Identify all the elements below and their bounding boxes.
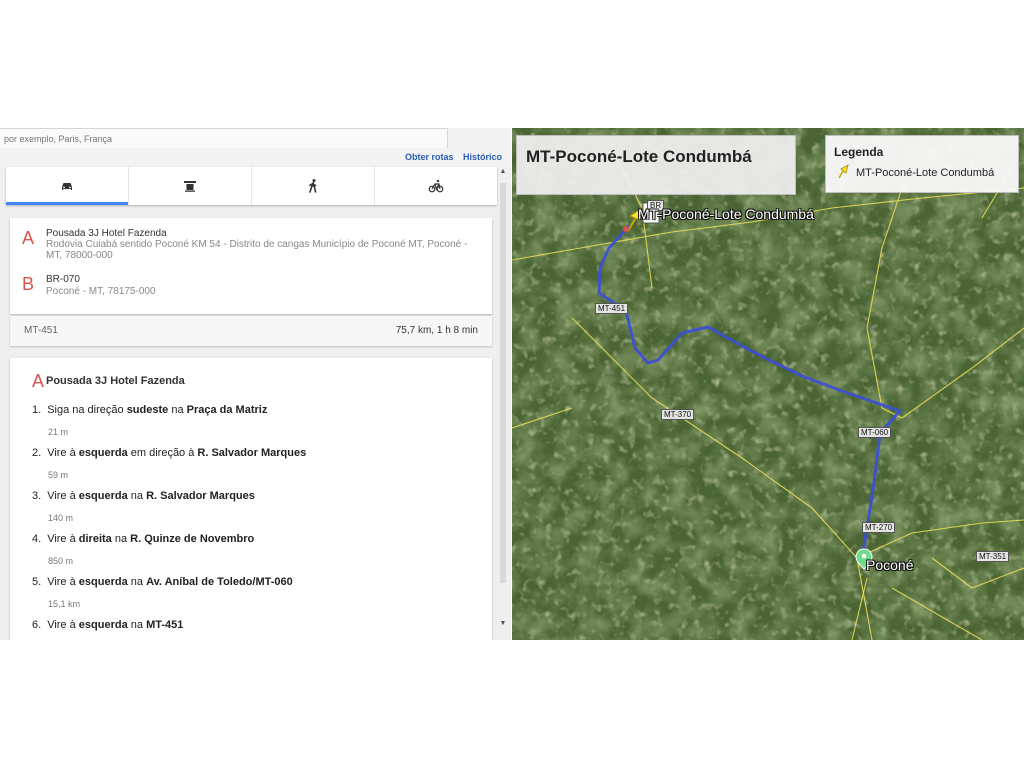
step-distance: 850 m (48, 556, 74, 566)
step-number: 1. (32, 404, 42, 416)
bike-icon (428, 179, 444, 193)
tab-transit[interactable] (128, 167, 251, 205)
step-text: na (168, 404, 187, 416)
step-number: 3. (32, 490, 42, 502)
road-label-mt060: MT-060 (858, 427, 892, 438)
step-instruction: 4. Vire à direita na R. Quinze de Novembr… (32, 533, 482, 545)
step-text: Vire à (47, 490, 79, 502)
directions-steps-card: A Pousada 3J Hotel Fazenda 1. Siga na dir… (10, 358, 492, 640)
road-label-mt351: MT-351 (976, 551, 1010, 562)
car-icon (62, 183, 72, 190)
route-distance-time: 75,7 km, 1 h 8 min (395, 325, 478, 336)
step-text: Vire à (47, 533, 79, 545)
step-emphasis: sudeste (126, 404, 169, 416)
satellite-map[interactable] (512, 128, 1024, 640)
direction-step[interactable]: 3. Vire à esquerda na R. Salvador Marques… (32, 490, 482, 523)
step-text: Vire à (47, 447, 79, 459)
place-label-town[interactable]: Poconé (866, 557, 913, 573)
step-text: em direção à (127, 447, 198, 459)
direction-step[interactable]: 4. Vire à direita na R. Quinze de Novembr… (32, 533, 482, 566)
step-distance: 59 m (48, 470, 69, 480)
legend-item-label: MT-Poconé-Lote Condumbá (856, 167, 995, 179)
step-emphasis: R. Salvador Marques (146, 490, 255, 502)
step-emphasis: R. Salvador Marques (197, 447, 307, 459)
step-text: na (127, 490, 147, 502)
steps-origin-letter: A (32, 371, 45, 391)
tab-cycling[interactable] (374, 167, 497, 205)
step-emphasis: Praça da Matriz (186, 404, 268, 416)
step-text: na (127, 576, 147, 588)
step-instruction: 3. Vire à esquerda na R. Salvador Marques (32, 490, 482, 502)
direction-step[interactable]: 2. Vire à esquerda em direção à R. Salvad… (32, 447, 482, 480)
step-distance: 15,1 km (48, 599, 81, 609)
transit-icon (184, 181, 196, 192)
travel-mode-tabs (6, 167, 497, 205)
step-distance: 21 m (48, 427, 69, 437)
step-emphasis: MT-451 (146, 619, 184, 631)
step-emphasis: direita (78, 533, 112, 545)
scroll-down-arrow-icon[interactable]: ▼ (498, 619, 508, 629)
direction-step[interactable]: 5. Vire à esquerda na Av. Aníbal de Toled… (32, 576, 482, 609)
direction-step[interactable]: 6. Vire à esquerda na MT-451 (32, 619, 482, 631)
tab-driving[interactable] (6, 167, 128, 205)
step-number: 5. (32, 576, 42, 588)
road-label-mt370: MT-370 (661, 409, 695, 420)
step-text: na (111, 533, 131, 545)
route-via-road: MT-451 (24, 325, 58, 336)
map-title-box: MT-Poconé-Lote Condumbá (516, 135, 796, 195)
origin-marker-letter: A (22, 228, 35, 248)
legend-pushpin-icon (838, 164, 849, 179)
route-waypoints-card: A Pousada 3J Hotel Fazenda Rodovia Cuiab… (10, 218, 492, 314)
destination-address: Poconé - MT, 78175-000 (46, 286, 156, 297)
search-input[interactable] (0, 128, 448, 148)
history-link[interactable]: Histórico (463, 152, 502, 162)
direction-step[interactable]: 1. Siga na direção sudeste na Praça da Ma… (32, 404, 482, 437)
legend-title: Legenda (834, 145, 884, 159)
steps-origin-name: Pousada 3J Hotel Fazenda (46, 375, 185, 387)
origin-name[interactable]: Pousada 3J Hotel Fazenda (46, 228, 167, 239)
step-emphasis: esquerda (78, 490, 128, 502)
map-view[interactable]: BR MT-451 MT-370 MT-060 MT-270 MT-351 MT… (512, 128, 1024, 640)
directions-panel: Obter rotas Histórico (0, 128, 511, 640)
step-number: 4. (32, 533, 42, 545)
route-summary[interactable]: MT-451 75,7 km, 1 h 8 min (10, 316, 492, 346)
scrollbar-thumb[interactable] (500, 183, 506, 583)
tab-walking[interactable] (251, 167, 374, 205)
map-legend: Legenda MT-Poconé-Lote Condumbá (825, 135, 1019, 193)
walk-icon (309, 179, 317, 193)
step-instruction: 1. Siga na direção sudeste na Praça da Ma… (32, 404, 482, 416)
step-instruction: 2. Vire à esquerda em direção à R. Salvad… (32, 447, 482, 459)
step-number: 2. (32, 447, 42, 459)
step-instruction: 6. Vire à esquerda na MT-451 (32, 619, 482, 631)
road-label-mt451: MT-451 (595, 303, 629, 314)
destination-marker-letter: B (22, 274, 35, 294)
place-label-destination[interactable]: MT-Poconé-Lote Condumbá (638, 206, 814, 222)
scroll-up-arrow-icon[interactable]: ▲ (498, 167, 508, 177)
step-text: na (127, 619, 147, 631)
step-emphasis: esquerda (78, 576, 128, 588)
get-directions-link[interactable]: Obter rotas (405, 152, 454, 162)
step-emphasis: esquerda (78, 447, 128, 459)
step-distance: 140 m (48, 513, 74, 523)
map-title: MT-Poconé-Lote Condumbá (526, 147, 752, 166)
step-instruction: 5. Vire à esquerda na Av. Aníbal de Toled… (32, 576, 482, 588)
step-emphasis: Av. Aníbal de Toledo/MT-060 (146, 576, 293, 588)
step-number: 6. (32, 619, 42, 631)
road-label-mt270: MT-270 (862, 522, 896, 533)
destination-name[interactable]: BR-070 (46, 274, 80, 285)
origin-address: Rodovia Cuiabá sentido Poconé KM 54 - Di… (46, 239, 468, 261)
search-bar: Obter rotas Histórico (0, 128, 511, 168)
step-emphasis: esquerda (78, 619, 128, 631)
step-text: Vire à (47, 619, 79, 631)
step-text: Siga na direção (47, 404, 127, 416)
step-text: Vire à (47, 576, 79, 588)
step-emphasis: R. Quinze de Novembro (130, 533, 255, 545)
